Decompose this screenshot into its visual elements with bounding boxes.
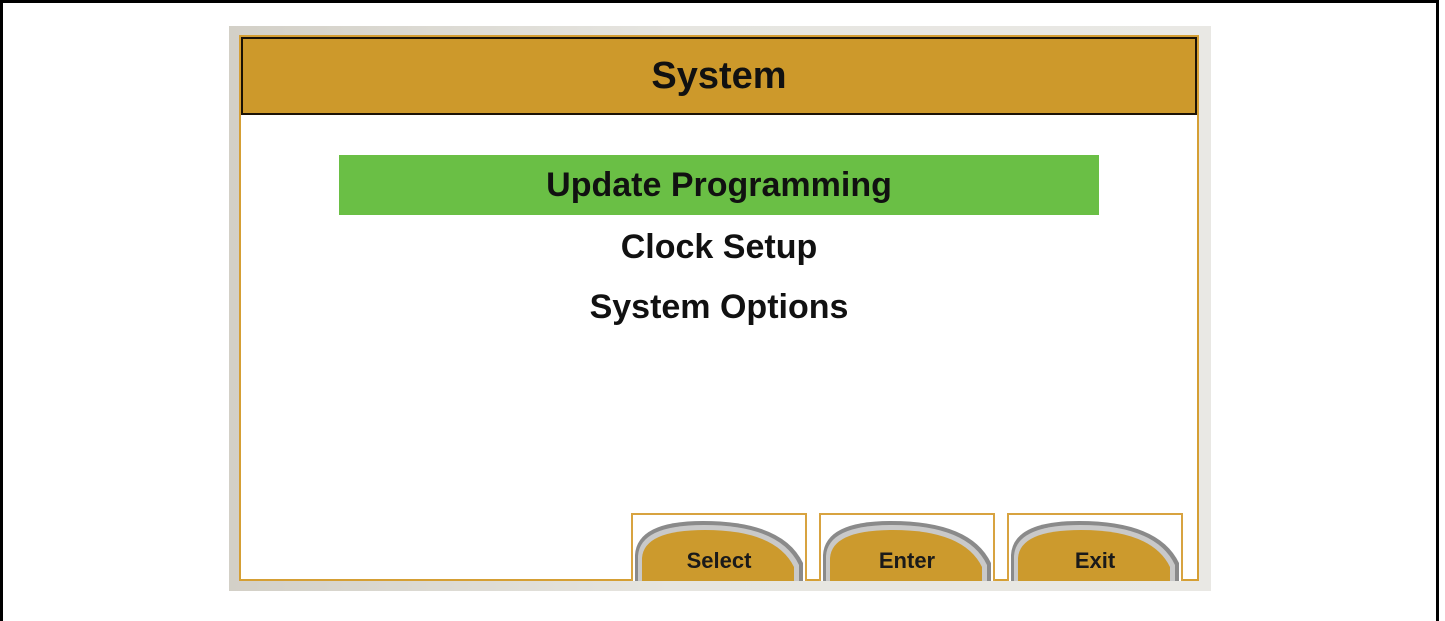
menu-item-label: System Options [589, 287, 849, 326]
exit-button[interactable]: Exit [1007, 513, 1183, 581]
display-screen: System Update Programming Clock Setup Sy… [239, 35, 1199, 581]
page-title: System [651, 54, 787, 97]
title-bar: System [241, 37, 1197, 115]
menu-item-label: Update Programming [546, 165, 892, 204]
menu-item-label: Clock Setup [620, 227, 818, 266]
softkey-label: Select [686, 548, 752, 573]
menu-item-clock-setup[interactable]: Clock Setup [339, 217, 1099, 277]
select-button[interactable]: Select [631, 513, 807, 581]
softkey-label: Enter [878, 548, 936, 573]
menu-item-system-options[interactable]: System Options [339, 277, 1099, 337]
enter-button[interactable]: Enter [819, 513, 995, 581]
softkey-label: Exit [1074, 548, 1116, 573]
menu-item-update-programming[interactable]: Update Programming [339, 155, 1099, 215]
